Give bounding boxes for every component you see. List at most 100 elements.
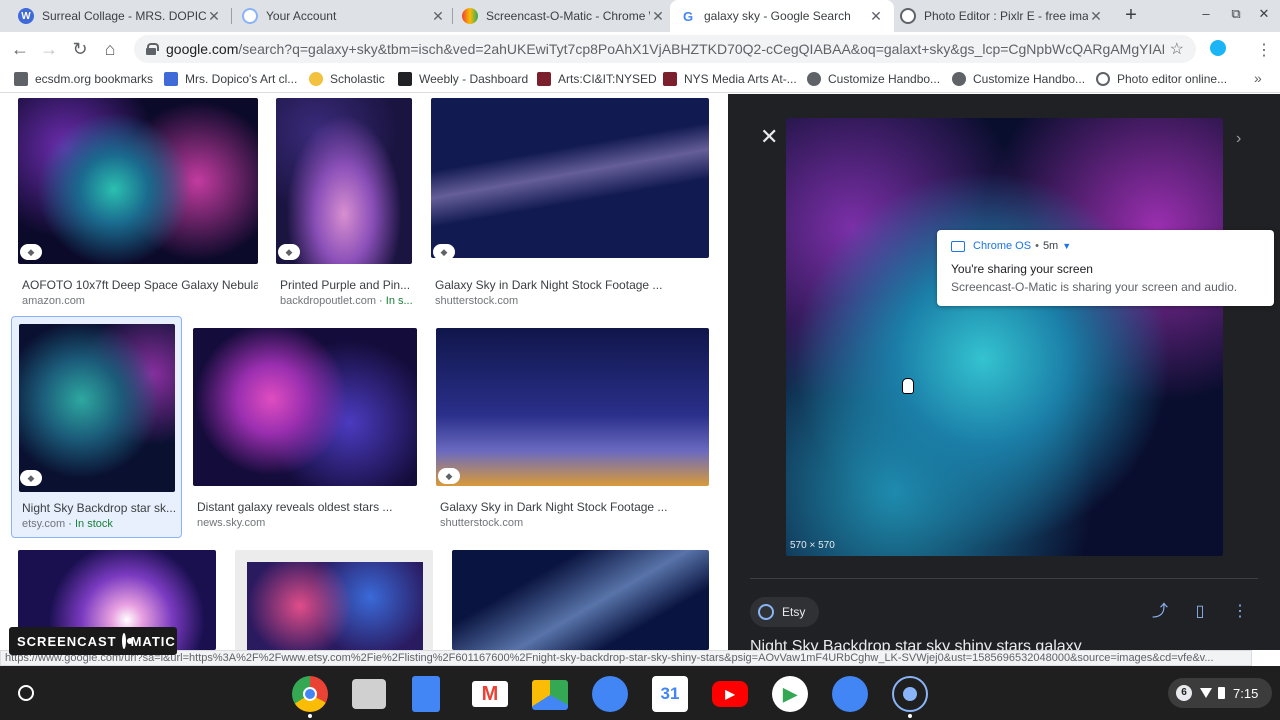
extension-icon[interactable] — [1210, 40, 1226, 56]
chromeos-shelf: M 31 ▶ ▶ 6 7:15 — [0, 666, 1280, 720]
image-preview-panel: ✕ ‹ › 570 × 570 Etsy ⤴ ▯ ⋮ Night Sky Bac… — [728, 94, 1280, 650]
source-label: Etsy — [782, 605, 806, 619]
result-title[interactable]: Printed Purple and Pin... — [280, 278, 414, 292]
folder-icon — [14, 72, 28, 86]
more-bookmarks-icon[interactable]: » — [1254, 70, 1262, 86]
globe-icon — [952, 72, 966, 86]
close-icon[interactable]: ✕ — [206, 8, 222, 25]
menu-icon[interactable]: ⋮ — [1256, 40, 1272, 60]
tab-galaxy-sky[interactable]: G galaxy sky - Google Search ✕ — [670, 0, 894, 32]
nysed-icon — [663, 72, 677, 86]
result-thumbnail[interactable] — [431, 98, 709, 258]
screencast-recorder-icon[interactable] — [892, 676, 928, 712]
tag-icon: ◆ — [433, 244, 455, 260]
play-store-icon[interactable]: ▶ — [772, 676, 808, 712]
weebly-icon — [398, 72, 412, 86]
result-card[interactable]: ◆ Galaxy Sky in Dark Night Stock Footage… — [436, 328, 709, 529]
tab-strip: W Surreal Collage - MRS. DOPICO's ✕ Your… — [0, 0, 1280, 32]
result-card[interactable] — [235, 550, 433, 650]
close-window-button[interactable]: ✕ — [1256, 6, 1272, 22]
chevron-down-icon[interactable]: ▼ — [1062, 241, 1071, 251]
minimize-button[interactable]: – — [1198, 6, 1214, 22]
tab-photo-editor[interactable]: Photo Editor : Pixlr E - free imag ✕ — [890, 0, 1114, 32]
divider — [750, 578, 1258, 579]
battery-icon — [1218, 687, 1225, 699]
url-text[interactable]: google.com/search?q=galaxy+sky&tbm=isch&… — [166, 41, 1164, 57]
result-title[interactable]: AOFOTO 10x7ft Deep Space Galaxy Nebula..… — [22, 278, 258, 292]
result-card[interactable]: ◆ Galaxy Sky in Dark Night Stock Footage… — [431, 98, 709, 308]
close-icon[interactable]: ✕ — [868, 8, 884, 25]
chrome-icon[interactable] — [292, 676, 328, 712]
close-icon[interactable]: ✕ — [760, 126, 778, 148]
result-thumbnail[interactable] — [235, 550, 433, 650]
preview-title[interactable]: Night Sky Backdrop star sky shiny stars … — [750, 638, 1270, 650]
result-thumbnail[interactable] — [193, 328, 417, 486]
restore-button[interactable]: ⧉ — [1228, 6, 1244, 22]
close-icon[interactable]: ✕ — [430, 8, 446, 25]
screencast-app-icon[interactable] — [352, 679, 386, 709]
result-card[interactable]: ◆ Printed Purple and Pin... backdropoutl… — [276, 98, 414, 308]
bookmark-weebly[interactable]: Weebly - Dashboard — [398, 70, 528, 88]
screen-sharing-notification[interactable]: Chrome OS • 5m ▼ You're sharing your scr… — [937, 230, 1274, 306]
bookmark-ecsdm[interactable]: ecsdm.org bookmarks — [14, 70, 153, 88]
address-bar[interactable]: google.com/search?q=galaxy+sky&tbm=isch&… — [134, 35, 1196, 63]
result-thumbnail[interactable] — [276, 98, 412, 264]
calendar-icon[interactable]: 31 — [652, 676, 688, 712]
bookmark-nys-media-arts[interactable]: NYS Media Arts At-... — [663, 70, 797, 88]
result-title[interactable]: Galaxy Sky in Dark Night Stock Footage .… — [435, 278, 709, 292]
bookmark-star-icon[interactable]: ☆ — [1170, 39, 1184, 59]
forward-button[interactable]: → — [38, 38, 60, 60]
tab-your-account[interactable]: Your Account ✕ — [232, 0, 456, 32]
more-options-icon[interactable]: ⋮ — [1230, 602, 1250, 622]
bookmark-customize-handbook-1[interactable]: Customize Handbo... — [807, 70, 940, 88]
bookmark-scholastic[interactable]: Scholastic — [309, 70, 385, 88]
bookmark-photo-editor[interactable]: Photo editor online... — [1096, 70, 1227, 88]
notification-message: Screencast-O-Matic is sharing your scree… — [951, 280, 1238, 294]
weebly-icon: W — [18, 8, 34, 24]
result-thumbnail[interactable] — [452, 550, 709, 650]
result-thumbnail[interactable] — [19, 324, 175, 492]
tab-title: Surreal Collage - MRS. DOPICO's — [42, 9, 206, 23]
bookmark-customize-handbook-2[interactable]: Customize Handbo... — [952, 70, 1085, 88]
next-image-icon[interactable]: › — [1236, 130, 1241, 148]
wifi-icon — [1200, 688, 1212, 698]
reload-button[interactable]: ↻ — [69, 38, 91, 60]
result-source: amazon.com — [22, 295, 85, 307]
new-tab-button[interactable]: + — [1120, 4, 1142, 26]
launcher-icon[interactable] — [18, 685, 34, 701]
system-tray[interactable]: 6 7:15 — [1168, 678, 1272, 708]
source-chip[interactable]: Etsy — [750, 597, 820, 627]
close-icon[interactable]: ✕ — [1088, 8, 1104, 25]
home-button[interactable]: ⌂ — [99, 38, 121, 60]
drive-icon[interactable] — [532, 680, 568, 710]
tag-icon: ◆ — [438, 468, 460, 484]
result-thumbnail[interactable] — [436, 328, 709, 486]
result-title[interactable]: Distant galaxy reveals oldest stars ... — [197, 500, 417, 514]
back-button[interactable]: ← — [9, 38, 31, 60]
result-title[interactable]: Galaxy Sky in Dark Night Stock Footage .… — [440, 500, 709, 514]
tab-screencast[interactable]: Screencast-O-Matic - Chrome W ✕ — [452, 0, 676, 32]
result-source: shutterstock.com — [440, 517, 524, 529]
bookmark-nysed[interactable]: Arts:CI&IT:NYSED — [537, 70, 657, 88]
gmail-icon[interactable]: M — [472, 681, 508, 707]
app-icon[interactable] — [832, 676, 868, 712]
result-thumbnail[interactable] — [18, 98, 258, 264]
preview-image[interactable] — [786, 118, 1223, 556]
docs-icon[interactable] — [412, 676, 440, 712]
result-card-selected[interactable]: ◆ Night Sky Backdrop star sk... etsy.com… — [11, 316, 182, 538]
pixlr-icon — [900, 8, 916, 24]
tab-surreal-collage[interactable]: W Surreal Collage - MRS. DOPICO's ✕ — [8, 0, 232, 32]
result-title[interactable]: Night Sky Backdrop star sk... — [22, 501, 180, 515]
screencast-o-matic-badge: SCREENCAST MATIC — [9, 627, 177, 655]
save-bookmark-icon[interactable]: ▯ — [1190, 602, 1210, 622]
youtube-icon[interactable]: ▶ — [712, 681, 748, 707]
result-card[interactable]: Distant galaxy reveals oldest stars ... … — [193, 328, 417, 529]
files-icon[interactable] — [592, 676, 628, 712]
share-icon[interactable]: ⤴ — [1150, 602, 1170, 622]
tab-title: Screencast-O-Matic - Chrome W — [486, 9, 650, 23]
result-card[interactable] — [452, 550, 709, 650]
close-icon[interactable]: ✕ — [650, 8, 666, 25]
notification-count: 6 — [1176, 685, 1192, 701]
result-card[interactable]: ◆ AOFOTO 10x7ft Deep Space Galaxy Nebula… — [18, 98, 258, 308]
bookmark-mrs-dopico[interactable]: Mrs. Dopico's Art cl... — [164, 70, 297, 88]
